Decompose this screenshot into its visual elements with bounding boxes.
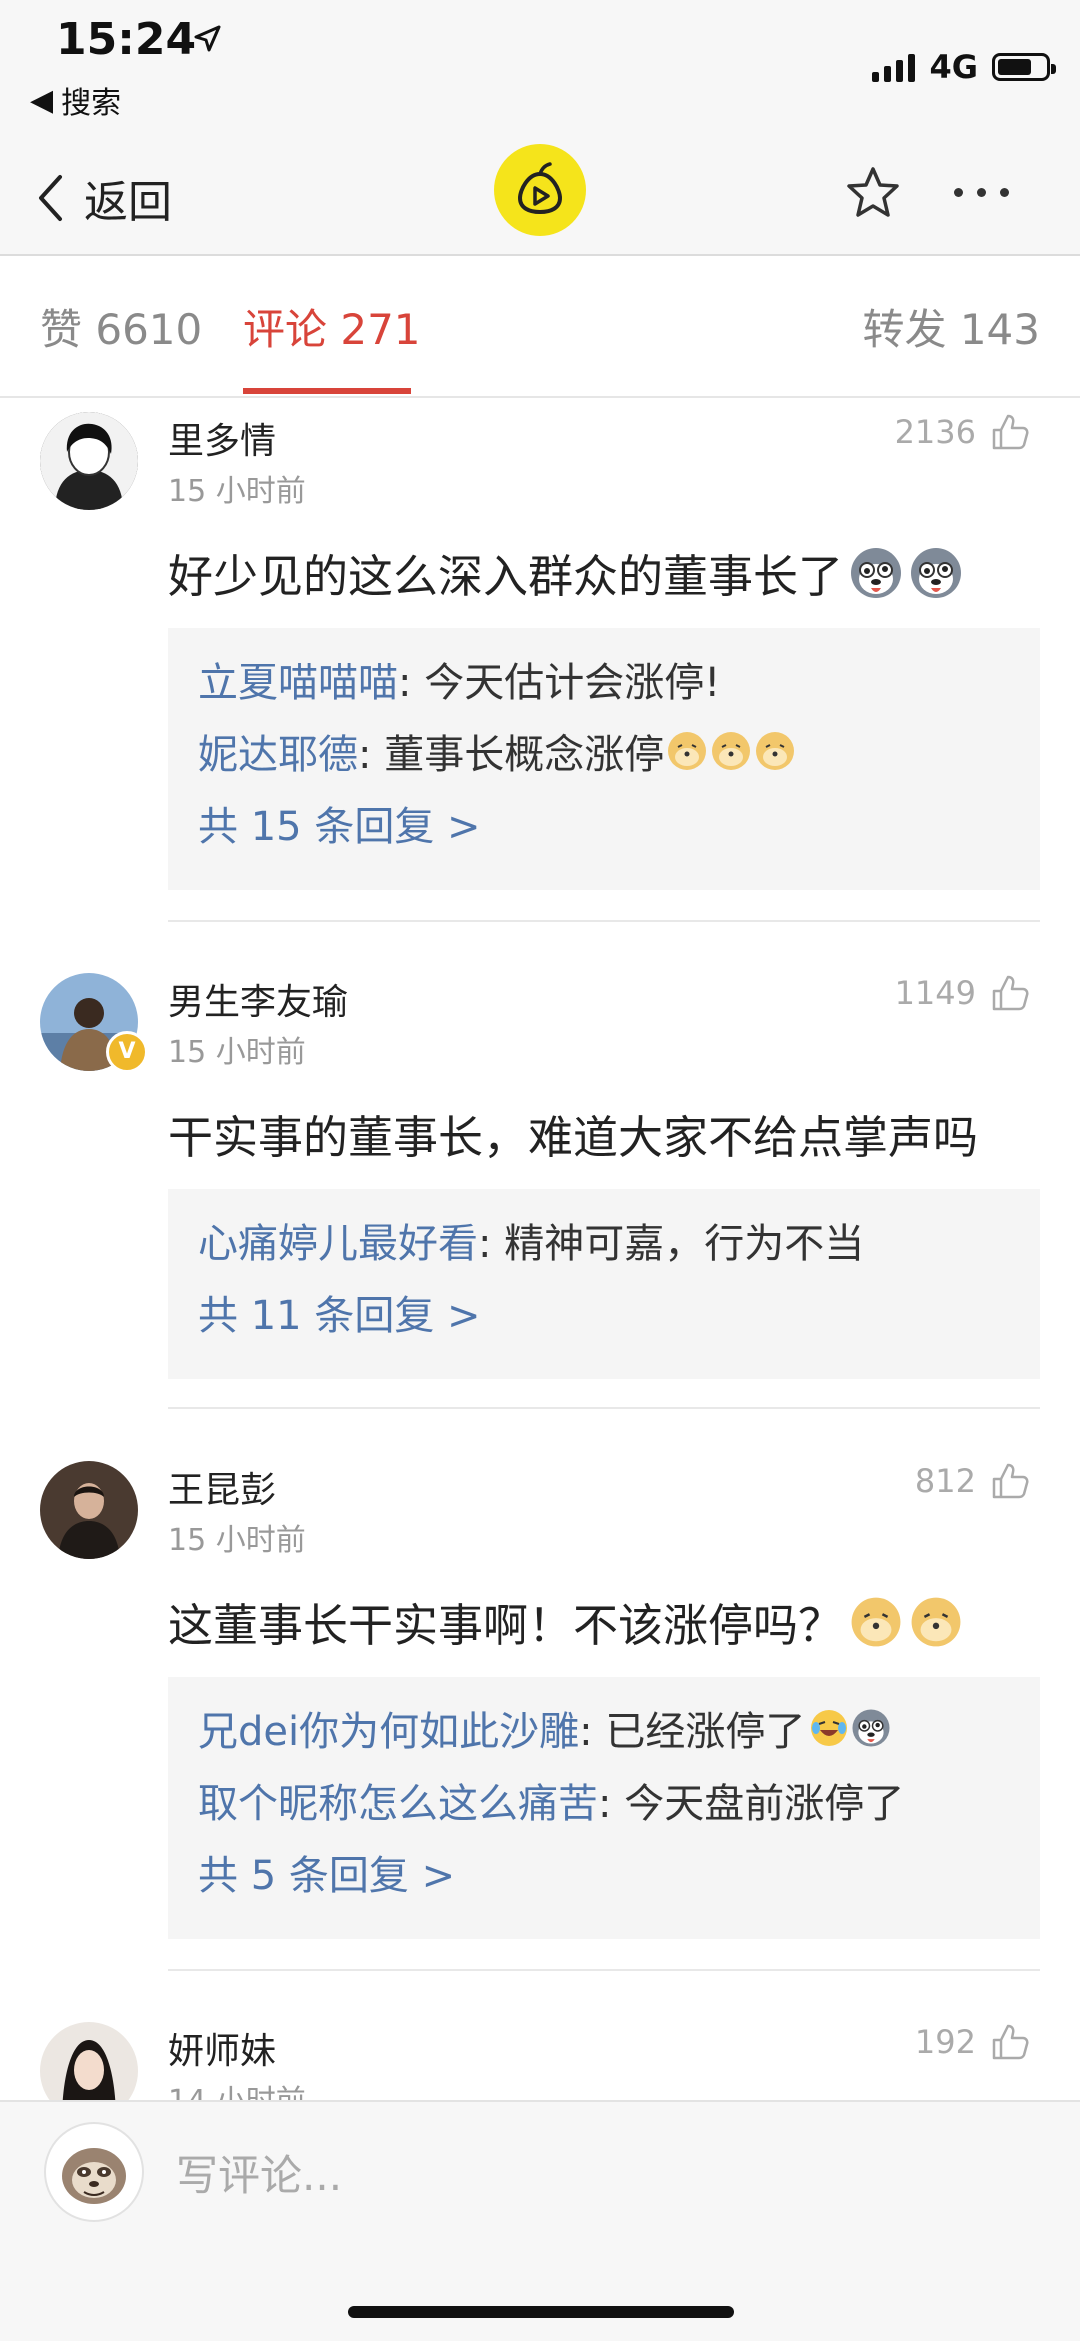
like-count: 2136 — [894, 413, 976, 451]
reply-box: 心痛婷儿最好看 : 精神可嘉，行为不当 共 11 条回复 > — [168, 1189, 1040, 1379]
back-label: 返回 — [84, 177, 172, 228]
like-button[interactable]: 812 — [915, 1461, 1030, 1501]
divider — [168, 1407, 1040, 1409]
reply-text: : 精神可嘉，行为不当 — [478, 1221, 865, 1267]
reply-text: : 董事长概念涨停 — [358, 732, 665, 778]
comment-username[interactable]: 王昆彭 — [168, 1461, 276, 1513]
avatar[interactable] — [40, 412, 138, 510]
reply-text: : 已经涨停了 — [579, 1709, 806, 1755]
reply-username[interactable]: 妮达耶德 — [198, 722, 358, 780]
comment-time: 15 小时前 — [168, 1523, 306, 1558]
comment-text-body: 好少见的这么深入群众的董事长了 — [168, 550, 844, 603]
reply-box: 立夏喵喵喵 : 今天估计会涨停! 妮达耶德 : 董事长概念涨停 共 15 条回复… — [168, 628, 1040, 890]
location-arrow-icon — [194, 25, 221, 52]
verified-badge-icon: V — [106, 1031, 148, 1073]
reply-box: 兄dei你为何如此沙雕 : 已经涨停了 取个昵称怎么这么痛苦 : 今天盘前涨停了… — [168, 1677, 1040, 1939]
reply-username[interactable]: 立夏喵喵喵 — [198, 650, 398, 708]
like-count: 812 — [914, 1462, 976, 1500]
back-triangle-icon: ◀ — [30, 82, 54, 118]
app-logo[interactable] — [494, 144, 586, 236]
comment-text: 好少见的这么深入群众的董事长了 — [168, 540, 963, 605]
back-button[interactable]: 返回 — [36, 158, 172, 238]
status-bar: 15:24 ◀ 搜索 4G — [0, 0, 1080, 140]
reply-item[interactable]: 立夏喵喵喵 : 今天估计会涨停! — [198, 650, 720, 708]
my-avatar[interactable] — [44, 2122, 144, 2222]
doge-emoji-icon — [851, 1597, 901, 1646]
thumbs-up-icon — [992, 2024, 1029, 2060]
comment-text: 干实事的董事长，难道大家不给点掌声吗 — [168, 1101, 978, 1166]
signal-icon — [872, 52, 916, 82]
like-count: 1149 — [894, 974, 976, 1012]
comment-username[interactable]: 男生李友瑜 — [168, 973, 348, 1025]
comment-text-body: 这董事长干实事啊！不该涨停吗？ — [168, 1599, 844, 1652]
tab-likes[interactable]: 赞 6610 — [40, 296, 202, 357]
comment-composer-bar: 写评论... — [0, 2100, 1080, 2341]
comment-time: 15 小时前 — [168, 1035, 306, 1070]
husky-emoji-icon — [851, 547, 902, 598]
thumbs-up-icon — [992, 414, 1029, 450]
nav-bar: 返回 — [0, 140, 1080, 256]
thumbs-up-icon — [992, 975, 1029, 1011]
doge-emoji-icon — [666, 730, 796, 772]
reply-item[interactable]: 心痛婷儿最好看 : 精神可嘉，行为不当 — [198, 1211, 864, 1269]
like-button[interactable]: 192 — [915, 2022, 1030, 2062]
like-button[interactable]: 2136 — [895, 412, 1030, 452]
like-count: 192 — [914, 2023, 976, 2061]
home-indicator[interactable] — [348, 2306, 734, 2318]
tab-bar: 赞 6610 评论 271 转发 143 — [0, 256, 1080, 398]
view-more-replies[interactable]: 共 5 条回复 > — [198, 1843, 455, 1901]
reply-text: : 今天估计会涨停! — [398, 660, 721, 706]
reply-item[interactable]: 妮达耶德 : 董事长概念涨停 — [198, 722, 796, 780]
back-app-label: 搜索 — [61, 86, 122, 121]
comment-time: 15 小时前 — [168, 474, 306, 509]
divider — [168, 920, 1040, 922]
comment-username[interactable]: 里多情 — [168, 412, 276, 464]
thumbs-up-icon — [992, 1463, 1029, 1499]
video-play-icon — [517, 162, 563, 215]
chevron-left-icon — [39, 175, 62, 221]
reply-username[interactable]: 兄dei你为何如此沙雕 — [198, 1699, 579, 1757]
more-options-icon[interactable] — [954, 188, 1009, 197]
comment-text-body: 干实事的董事长，难道大家不给点掌声吗 — [168, 1111, 979, 1164]
divider — [168, 1969, 1040, 1971]
battery-icon — [992, 53, 1056, 81]
comment-username[interactable]: 妍师妹 — [168, 2022, 276, 2074]
doge-emoji-icon — [911, 1597, 961, 1646]
back-to-app[interactable]: ◀ 搜索 — [30, 78, 121, 122]
comment-text: 这董事长干实事啊！不该涨停吗？ — [168, 1589, 963, 1654]
tab-reposts[interactable]: 转发 143 — [862, 296, 1040, 357]
network-type: 4G — [929, 48, 978, 86]
reply-text: : 今天盘前涨停了 — [598, 1781, 905, 1827]
avatar[interactable] — [40, 1461, 138, 1559]
comment-input[interactable]: 写评论... — [176, 2142, 342, 2203]
view-more-replies[interactable]: 共 11 条回复 > — [198, 1283, 481, 1341]
tab-comments[interactable]: 评论 271 — [243, 296, 421, 357]
like-button[interactable]: 1149 — [895, 973, 1030, 1013]
sloth-avatar-icon — [62, 2148, 126, 2204]
reply-username[interactable]: 取个昵称怎么这么痛苦 — [198, 1771, 598, 1829]
husky-emoji-icon — [911, 547, 962, 598]
reply-item[interactable]: 兄dei你为何如此沙雕 : 已经涨停了 — [198, 1699, 891, 1757]
favorite-star-icon[interactable] — [844, 164, 902, 222]
laugh-cry-emoji-icon — [809, 1708, 891, 1748]
tab-active-indicator — [243, 388, 411, 394]
reply-item[interactable]: 取个昵称怎么这么痛苦 : 今天盘前涨停了 — [198, 1771, 904, 1829]
view-more-replies[interactable]: 共 15 条回复 > — [198, 794, 481, 852]
status-time: 15:24 — [56, 14, 197, 65]
reply-username[interactable]: 心痛婷儿最好看 — [198, 1211, 478, 1269]
